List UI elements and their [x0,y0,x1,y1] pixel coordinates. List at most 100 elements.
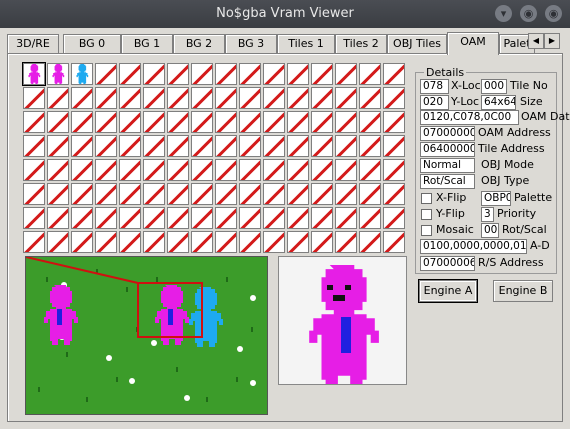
oam-slot-empty[interactable] [167,111,189,133]
tab-oam[interactable]: OAM [447,32,499,55]
oam-slot-empty[interactable] [167,87,189,109]
oam-slot-empty[interactable] [95,231,117,253]
mosaic-checkbox[interactable] [421,225,432,236]
oam-slot-empty[interactable] [191,111,213,133]
tab-bg3[interactable]: BG 3 [225,34,277,53]
oam-slot-empty[interactable] [143,159,165,181]
tab-obj-tiles[interactable]: OBJ Tiles [387,34,447,53]
minimize-button[interactable]: ▾ [495,5,512,22]
oam-slot-empty[interactable] [167,159,189,181]
oam-slot-empty[interactable] [311,111,333,133]
oam-slot-empty[interactable] [359,111,381,133]
oam-address-field[interactable]: 07000000 [420,126,475,141]
oam-slot-empty[interactable] [143,87,165,109]
oam-slot-empty[interactable] [47,135,69,157]
rotscal-field[interactable]: 00 [481,223,499,238]
oam-slot-empty[interactable] [359,87,381,109]
oam-slot-empty[interactable] [383,87,405,109]
oam-slot-empty[interactable] [215,183,237,205]
oam-slot-empty[interactable] [287,159,309,181]
oam-slot-empty[interactable] [359,159,381,181]
oam-slot-empty[interactable] [239,87,261,109]
oam-slot-empty[interactable] [119,135,141,157]
oam-slot-empty[interactable] [383,135,405,157]
oam-slot-empty[interactable] [215,63,237,85]
oam-slot-empty[interactable] [359,63,381,85]
oam-slot-empty[interactable] [263,183,285,205]
size-field[interactable]: 64x64 [481,95,516,110]
oam-slot-empty[interactable] [143,231,165,253]
palette-field[interactable]: OBP0 [481,191,511,206]
oam-slot-empty[interactable] [23,159,45,181]
oam-slot-empty[interactable] [383,159,405,181]
oam-slot-empty[interactable] [23,135,45,157]
tab-tiles1[interactable]: Tiles 1 [277,34,335,53]
oam-slot-empty[interactable] [167,63,189,85]
oam-data-field[interactable]: 0120,C078,0C00 [420,110,519,125]
tileno-field[interactable]: 000 [481,79,507,94]
oam-slot-empty[interactable] [95,183,117,205]
oam-slot-empty[interactable] [119,207,141,229]
tab-bg1[interactable]: BG 1 [121,34,173,53]
rs-address-field[interactable]: 07000006 [420,256,475,271]
priority-field[interactable]: 3 [481,207,494,222]
oam-slot-empty[interactable] [287,207,309,229]
oam-slot-empty[interactable] [215,231,237,253]
oam-slot-empty[interactable] [143,183,165,205]
xflip-checkbox[interactable] [421,193,432,204]
oam-slot-empty[interactable] [359,231,381,253]
oam-slot-empty[interactable] [239,159,261,181]
close-button[interactable]: ◉ [545,5,562,22]
oam-slot-empty[interactable] [47,231,69,253]
oam-slot-empty[interactable] [311,135,333,157]
oam-slot-empty[interactable] [47,183,69,205]
oam-slot-empty[interactable] [119,231,141,253]
oam-slot-empty[interactable] [191,87,213,109]
oam-slot-empty[interactable] [167,135,189,157]
oam-slot-empty[interactable] [47,111,69,133]
obj-mode-field[interactable]: Normal [420,158,475,173]
oam-slot-empty[interactable] [119,159,141,181]
oam-slot-empty[interactable] [335,159,357,181]
oam-slot-empty[interactable] [359,207,381,229]
oam-slot-empty[interactable] [119,63,141,85]
oam-slot-empty[interactable] [23,87,45,109]
oam-slot-empty[interactable] [263,135,285,157]
oam-slot-empty[interactable] [263,159,285,181]
oam-slot-empty[interactable] [167,207,189,229]
oam-slot-empty[interactable] [335,87,357,109]
oam-slot-empty[interactable] [119,183,141,205]
oam-slot-empty[interactable] [191,231,213,253]
oam-slot-empty[interactable] [143,63,165,85]
oam-slot-empty[interactable] [311,63,333,85]
oam-slot-empty[interactable] [23,111,45,133]
oam-slot-empty[interactable] [71,135,93,157]
oam-slot-empty[interactable] [335,231,357,253]
oam-slot-empty[interactable] [359,135,381,157]
oam-slot-empty[interactable] [215,87,237,109]
oam-slot-empty[interactable] [23,183,45,205]
oam-slot-empty[interactable] [287,63,309,85]
oam-slot-empty[interactable] [23,207,45,229]
maximize-button[interactable]: ◉ [520,5,537,22]
oam-slot-empty[interactable] [383,207,405,229]
oam-slot-empty[interactable] [215,135,237,157]
oam-slot-empty[interactable] [143,207,165,229]
engine-b-button[interactable]: Engine B [493,280,553,302]
oam-slot-empty[interactable] [71,87,93,109]
oam-slot-empty[interactable] [71,111,93,133]
oam-slot-empty[interactable] [191,159,213,181]
oam-slot-empty[interactable] [239,207,261,229]
oam-slot-empty[interactable] [47,159,69,181]
ad-field[interactable]: 0100,0000,0000,0100 [420,239,527,254]
oam-slot-empty[interactable] [263,231,285,253]
oam-slot-empty[interactable] [335,63,357,85]
oam-slot-empty[interactable] [287,87,309,109]
oam-slot-empty[interactable] [71,231,93,253]
oam-slot-empty[interactable] [95,207,117,229]
yloc-field[interactable]: 020 [420,95,449,110]
oam-slot-empty[interactable] [287,135,309,157]
oam-slot-empty[interactable] [287,111,309,133]
oam-slot-empty[interactable] [335,111,357,133]
oam-slot-empty[interactable] [95,111,117,133]
